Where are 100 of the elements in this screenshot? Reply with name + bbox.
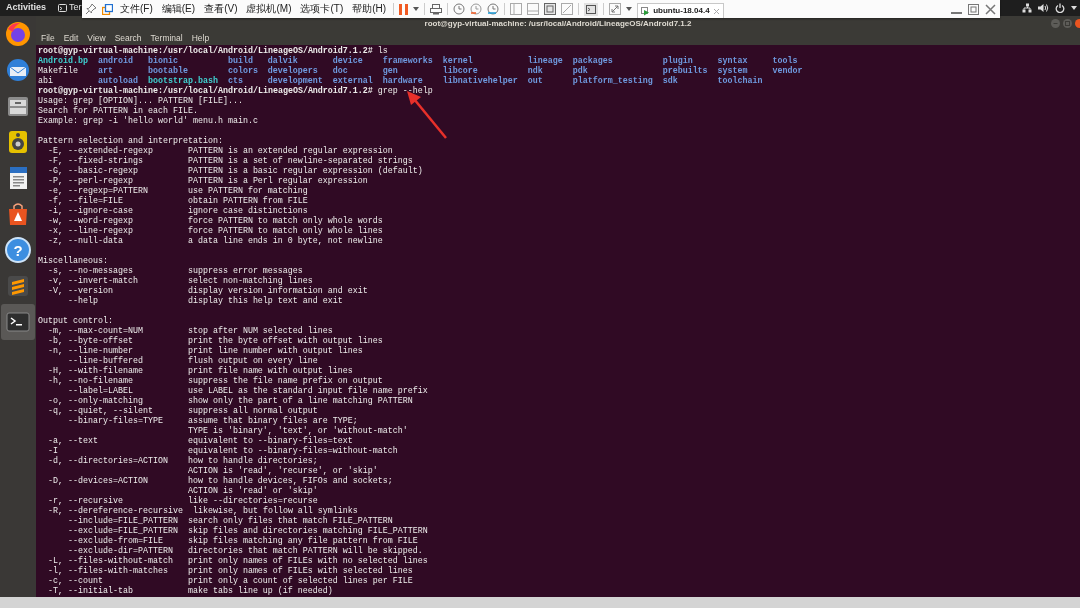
option-name: --line-buffered — [66, 356, 143, 366]
menu-item[interactable]: View — [87, 33, 106, 43]
directory-name: sdk — [662, 76, 678, 86]
option-name: -d, --directories=ACTION — [48, 456, 168, 466]
vm-tab[interactable]: ubuntu-18.04.4 — [637, 3, 724, 18]
menu-item[interactable]: 文件(F) — [118, 4, 155, 14]
menu-item[interactable]: Search — [114, 33, 142, 43]
menu-item[interactable]: Help — [191, 33, 210, 43]
option-name: -f, --file=FILE — [48, 196, 123, 206]
option-name: -q, --quiet, --silent — [48, 406, 153, 416]
dock-item[interactable] — [1, 304, 35, 340]
option-description: print only a count of selected lines per FILE — [187, 576, 413, 586]
option-description: print the byte offset with output lines — [187, 336, 383, 346]
close-icon[interactable] — [985, 3, 996, 15]
directory-name: bootable — [147, 66, 188, 76]
directory-name: autoload — [97, 76, 138, 86]
option-name: -h, --no-filename — [48, 376, 133, 386]
directory-name: plugin — [662, 56, 693, 66]
activities-button[interactable]: Activities — [6, 1, 47, 15]
option-name: -b, --byte-offset — [48, 336, 133, 346]
clock-icon[interactable] — [470, 3, 483, 15]
directory-name: development — [267, 76, 323, 86]
directory-name: kernel — [442, 56, 473, 66]
option-name: --exclude-dir=PATTERN — [66, 546, 173, 556]
option-description: equivalent to --binary-files=without-match — [187, 446, 398, 456]
option-description: suppress error messages — [187, 266, 303, 276]
option-name: -E, --extended-regexp — [48, 146, 153, 156]
network-icon[interactable] — [1022, 3, 1032, 13]
restore-icon[interactable] — [968, 3, 979, 15]
option-name: -R, --dereference-recursive — [48, 506, 183, 516]
menu-item[interactable]: 查看(V) — [202, 4, 240, 14]
menu-item[interactable]: 编辑(E) — [159, 4, 198, 14]
directory-name: libcore — [442, 66, 478, 76]
command-text: ls — [377, 46, 388, 56]
option-description: select non-matching lines — [187, 276, 313, 286]
resize-icon[interactable] — [609, 3, 622, 15]
window-title: root@gyp-virtual-machine: /usr/local/Android/LineageOS/Android7.1.2 — [424, 17, 692, 30]
menu-item[interactable]: 虚拟机(M) — [244, 4, 294, 14]
option-description: show only the part of a line matching PATTERN — [187, 396, 413, 406]
pause-icon[interactable] — [399, 3, 409, 15]
option-name: -a, --text — [48, 436, 98, 446]
option-description: TYPE is 'binary', 'text', or 'without-match' — [187, 426, 408, 436]
option-name: -n, --line-number — [48, 346, 133, 356]
option-description: search only files that match FILE_PATTERN — [187, 516, 393, 526]
option-description: how to handle directories; — [187, 456, 318, 466]
clock-icon[interactable] — [487, 3, 500, 15]
option-name: -H, --with-filename — [48, 366, 143, 376]
option-name: -r, --recursive — [48, 496, 123, 506]
menu-item[interactable]: 选项卡(T) — [298, 4, 346, 14]
close-icon[interactable] — [1075, 19, 1080, 28]
console-icon[interactable] — [584, 2, 599, 16]
directory-name: packages — [572, 56, 613, 66]
directory-name: build — [227, 56, 253, 66]
directory-name: art — [97, 66, 113, 76]
directory-name: device — [332, 56, 363, 66]
option-description: use PATTERN for matching — [187, 186, 308, 196]
option-description: PATTERN is a basic regular expression (default) — [187, 166, 423, 176]
menu-item[interactable]: Terminal — [150, 33, 183, 43]
option-name: -z, --null-data — [48, 236, 123, 246]
command-text: grep --help — [377, 86, 433, 96]
clock-icon[interactable] — [453, 3, 466, 15]
option-name: --include=FILE_PATTERN — [66, 516, 178, 526]
directory-name: out — [527, 76, 543, 86]
option-description: PATTERN is a Perl regular expression — [187, 176, 368, 186]
file-name: abi — [38, 76, 53, 86]
option-description: display version information and exit — [187, 286, 368, 296]
option-name: -V, --version — [48, 286, 113, 296]
option-description: like --directories=recurse — [187, 496, 318, 506]
option-description: ACTION is 'read' or 'skip' — [187, 486, 318, 496]
volume-icon[interactable] — [1038, 3, 1049, 13]
directory-name: doc — [332, 66, 348, 76]
option-name: -m, --max-count=NUM — [48, 326, 143, 336]
directory-name: developers — [267, 66, 318, 76]
option-description: print line number with output lines — [187, 346, 363, 356]
directory-name: syntax — [717, 56, 748, 66]
option-name: -e, --regexp=PATTERN — [48, 186, 148, 196]
option-description: ACTION is 'read', 'recurse', or 'skip' — [187, 466, 378, 476]
caret-icon[interactable] — [626, 7, 633, 11]
vm-icon[interactable] — [102, 3, 113, 15]
caret-icon[interactable] — [1071, 6, 1077, 10]
directory-name: pdk — [572, 66, 588, 76]
menu-item[interactable]: File — [41, 33, 55, 43]
fullscreen-icon[interactable] — [544, 3, 557, 15]
option-name: -v, --invert-match — [48, 276, 138, 286]
directory-name: bionic — [147, 56, 178, 66]
option-name: -c, --count — [48, 576, 103, 586]
option-description: print only names of FILEs with no selected lines — [187, 556, 428, 566]
file-name: Makefile — [38, 66, 78, 76]
file-name: bootstrap.bash — [147, 76, 218, 86]
option-name: -T, --initial-tab — [48, 586, 133, 596]
caret-icon[interactable] — [413, 7, 420, 11]
option-name: --label=LABEL — [66, 386, 133, 396]
app-menu[interactable]: Ter — [69, 1, 82, 15]
directory-name: lineage — [527, 56, 563, 66]
option-description: assume that binary files are TYPE; — [187, 416, 358, 426]
pin-icon[interactable] — [85, 3, 97, 15]
menu-item[interactable]: 帮助(H) — [350, 4, 389, 14]
menu-item[interactable]: Edit — [63, 33, 79, 43]
power-icon[interactable] — [1055, 3, 1065, 13]
directory-name: dalvik — [267, 56, 298, 66]
